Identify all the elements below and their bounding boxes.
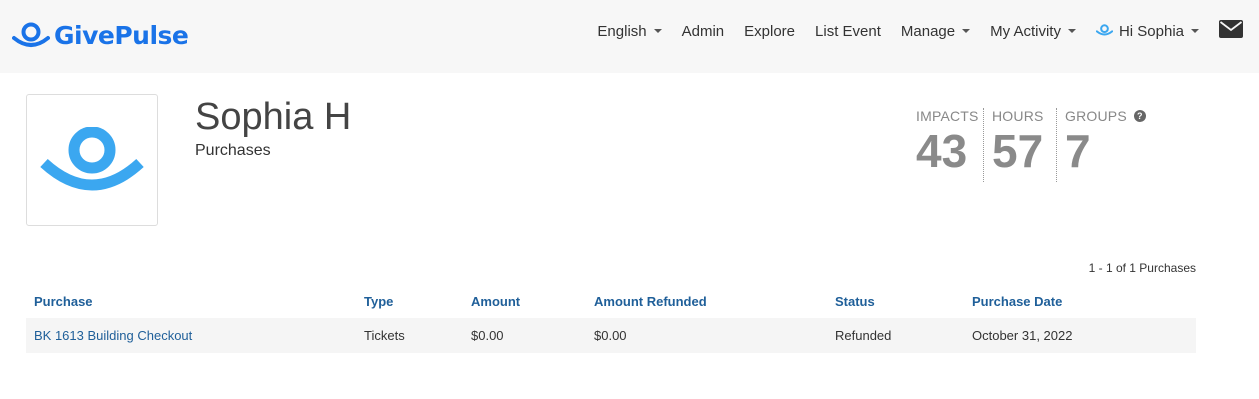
purchase-type: Tickets [364, 328, 405, 343]
givepulse-logo-icon [1095, 23, 1114, 40]
stat-divider [1056, 108, 1057, 182]
givepulse-logo-icon [12, 22, 50, 47]
language-dropdown[interactable]: English [597, 22, 662, 40]
impacts-value: 43 [916, 125, 968, 177]
nav-admin-link[interactable]: Admin [682, 23, 725, 40]
envelope-icon[interactable] [1219, 19, 1243, 43]
main-nav: English Admin Explore List Event Manage … [577, 0, 1243, 62]
chevron-down-icon [1067, 29, 1076, 33]
purchase-amount: $0.00 [471, 328, 504, 343]
nav-list-event-link[interactable]: List Event [815, 23, 881, 40]
profile-avatar [26, 94, 158, 226]
hours-label: HOURS [992, 108, 1044, 124]
column-header-purchase-date[interactable]: Purchase Date [972, 294, 1172, 309]
purchase-link[interactable]: BK 1613 Building Checkout [26, 328, 364, 343]
top-navbar: GivePulse English Admin Explore List Eve… [0, 0, 1259, 73]
hours-stat: HOURS 57 [992, 108, 1044, 174]
nav-list-event-label: List Event [815, 22, 881, 40]
my-activity-dropdown[interactable]: My Activity [990, 23, 1076, 40]
profile-name: Sophia H [195, 96, 352, 138]
table-row: BK 1613 Building Checkout Tickets $0.00 … [26, 318, 1196, 353]
column-header-purchase[interactable]: Purchase [26, 294, 364, 309]
brand-logo[interactable]: GivePulse [12, 18, 189, 52]
user-menu-dropdown[interactable]: Hi Sophia [1095, 22, 1199, 40]
groups-stat: GROUPS ? 7 [1065, 108, 1146, 174]
profile-subtitle: Purchases [195, 142, 271, 159]
purchase-amount-refunded: $0.00 [594, 328, 627, 343]
column-header-amount[interactable]: Amount [471, 294, 594, 309]
nav-admin-label: Admin [681, 22, 725, 40]
purchases-table: Purchase Type Amount Amount Refunded Sta… [26, 286, 1196, 353]
nav-explore-link[interactable]: Explore [744, 23, 795, 40]
column-header-amount-refunded[interactable]: Amount Refunded [594, 294, 835, 309]
chevron-down-icon [962, 29, 971, 33]
column-header-status[interactable]: Status [835, 294, 972, 309]
givepulse-logo-icon [40, 127, 144, 191]
groups-label: GROUPS [1065, 108, 1127, 124]
impacts-stat: IMPACTS 43 [916, 108, 979, 174]
nav-explore-label: Explore [744, 22, 796, 40]
chevron-down-icon [653, 29, 662, 33]
purchase-date: October 31, 2022 [972, 328, 1073, 343]
language-label: English [597, 22, 647, 40]
hours-value: 57 [992, 125, 1044, 177]
column-header-type[interactable]: Type [364, 294, 471, 309]
manage-label: Manage [900, 22, 956, 40]
impacts-label: IMPACTS [916, 108, 979, 124]
table-header: Purchase Type Amount Amount Refunded Sta… [26, 286, 1196, 316]
user-greeting: Hi Sophia [1118, 22, 1184, 40]
groups-value: 7 [1065, 125, 1091, 177]
chevron-down-icon [1191, 29, 1199, 33]
purchase-status: Refunded [835, 328, 892, 343]
groups-label-row: GROUPS ? [1065, 108, 1146, 124]
manage-dropdown[interactable]: Manage [900, 22, 971, 40]
question-circle-icon[interactable]: ? [1133, 110, 1146, 122]
brand-name: GivePulse [54, 20, 189, 50]
my-activity-label: My Activity [990, 22, 1061, 40]
purchases-count: 1 - 1 of 1 Purchases [1088, 261, 1196, 275]
stat-divider [983, 108, 984, 182]
